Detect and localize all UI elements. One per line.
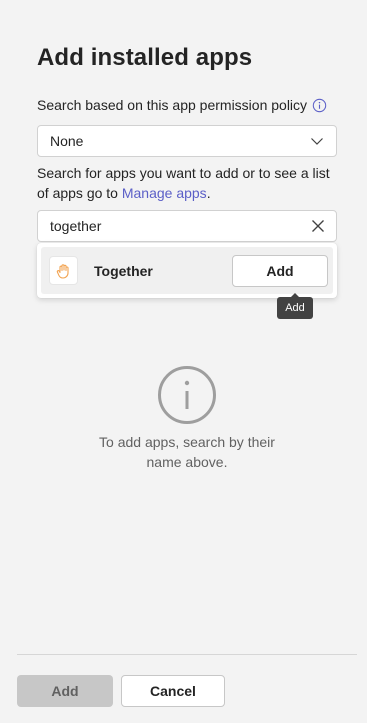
- close-icon[interactable]: [310, 218, 326, 234]
- add-button[interactable]: Add: [17, 675, 113, 707]
- app-name: Together: [94, 262, 153, 279]
- page-title: Add installed apps: [37, 44, 253, 71]
- list-item[interactable]: Together Add: [41, 247, 333, 294]
- policy-dropdown-value: None: [50, 133, 84, 149]
- policy-label: Search based on this app permission poli…: [37, 97, 327, 113]
- helper-text-suffix: .: [206, 185, 211, 201]
- add-tooltip: Add: [277, 293, 313, 319]
- chevron-down-icon: [310, 134, 324, 148]
- cancel-button[interactable]: Cancel: [121, 675, 225, 707]
- hand-wave-icon: [49, 256, 78, 285]
- manage-apps-link[interactable]: Manage apps: [122, 185, 207, 201]
- add-app-button[interactable]: Add: [232, 254, 328, 287]
- policy-dropdown[interactable]: None: [37, 125, 337, 157]
- app-search-box: [37, 210, 337, 242]
- empty-state-text: To add apps, search by their name above.: [99, 434, 275, 470]
- app-search-input[interactable]: [50, 218, 310, 234]
- add-installed-apps-panel: Add installed apps Search based on this …: [0, 0, 367, 723]
- search-results-dropdown: Together Add: [37, 243, 337, 298]
- policy-label-text: Search based on this app permission poli…: [37, 97, 308, 113]
- helper-text: Search for apps you want to add or to se…: [37, 163, 337, 203]
- footer-divider: [17, 654, 357, 655]
- info-icon: [157, 365, 217, 425]
- info-icon[interactable]: [312, 98, 327, 113]
